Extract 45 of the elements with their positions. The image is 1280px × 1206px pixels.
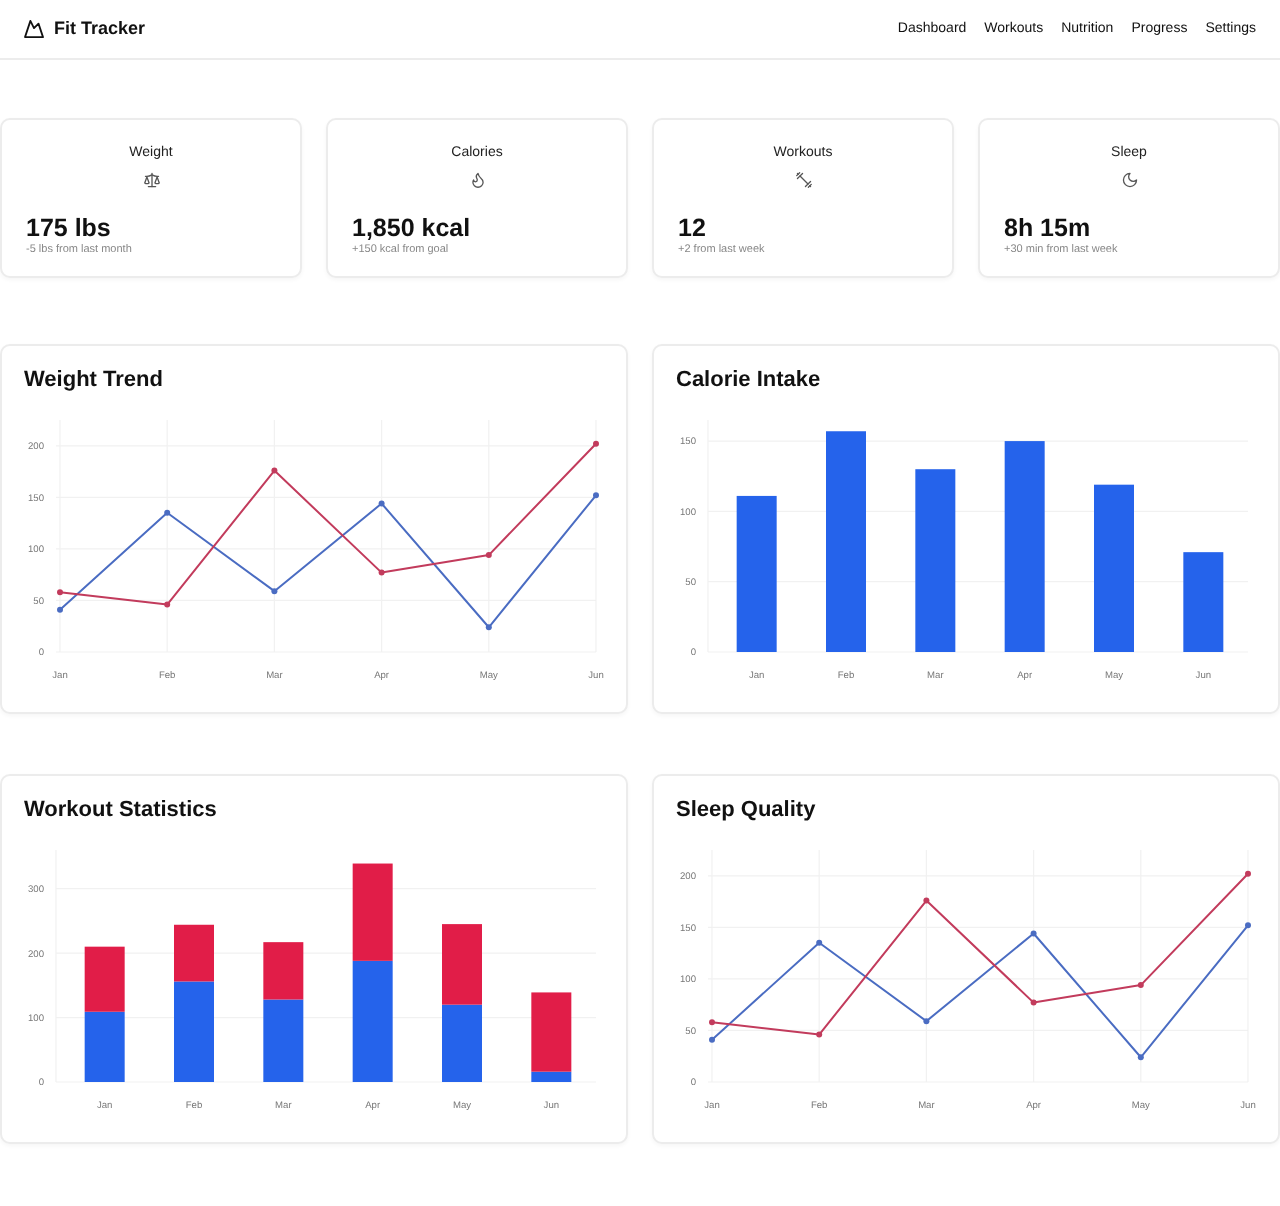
bar-segment xyxy=(84,1011,125,1082)
chart-title: Sleep Quality xyxy=(676,798,818,824)
data-point xyxy=(816,1031,823,1038)
data-point xyxy=(378,569,385,576)
chart-title: Workout Statistics xyxy=(24,798,219,824)
app-title: Fit Tracker xyxy=(54,18,146,40)
mountain-icon xyxy=(24,20,44,38)
stat-value: 12 xyxy=(678,214,708,244)
flame-icon xyxy=(469,172,485,188)
data-point xyxy=(1137,1054,1144,1061)
data-point xyxy=(923,1018,930,1025)
data-point xyxy=(485,624,492,631)
data-point xyxy=(816,939,823,946)
bar-segment xyxy=(352,960,393,1082)
stat-value: 8h 15m xyxy=(1004,214,1093,244)
data-point xyxy=(1245,870,1251,877)
data-point xyxy=(1030,999,1037,1006)
data-point xyxy=(593,492,599,499)
bar-segment xyxy=(442,924,482,1005)
chart-title: Weight Trend xyxy=(24,368,165,394)
data-point xyxy=(271,467,278,474)
data-point xyxy=(1245,922,1251,929)
chart-bar xyxy=(1183,552,1224,652)
dumbbell-icon xyxy=(795,172,811,188)
data-point xyxy=(164,601,171,608)
stat-value: 175 lbs xyxy=(26,214,113,244)
data-point xyxy=(57,589,63,596)
data-point xyxy=(485,552,492,559)
data-point xyxy=(593,440,599,447)
scale-icon xyxy=(143,172,159,188)
data-point xyxy=(271,588,278,595)
data-point xyxy=(709,1036,715,1043)
data-point xyxy=(164,509,171,516)
moon-icon xyxy=(1121,172,1137,188)
data-point xyxy=(709,1019,715,1026)
chart-title: Calorie Intake xyxy=(676,368,823,394)
data-point xyxy=(1030,930,1037,937)
bar-segment xyxy=(442,1004,482,1082)
bar-segment xyxy=(352,863,393,961)
data-point xyxy=(57,606,63,613)
data-point xyxy=(923,897,930,904)
stat-value: 1,850 kcal xyxy=(352,214,473,244)
bar-segment xyxy=(84,946,125,1012)
data-point xyxy=(378,500,385,507)
data-point xyxy=(1137,982,1144,989)
